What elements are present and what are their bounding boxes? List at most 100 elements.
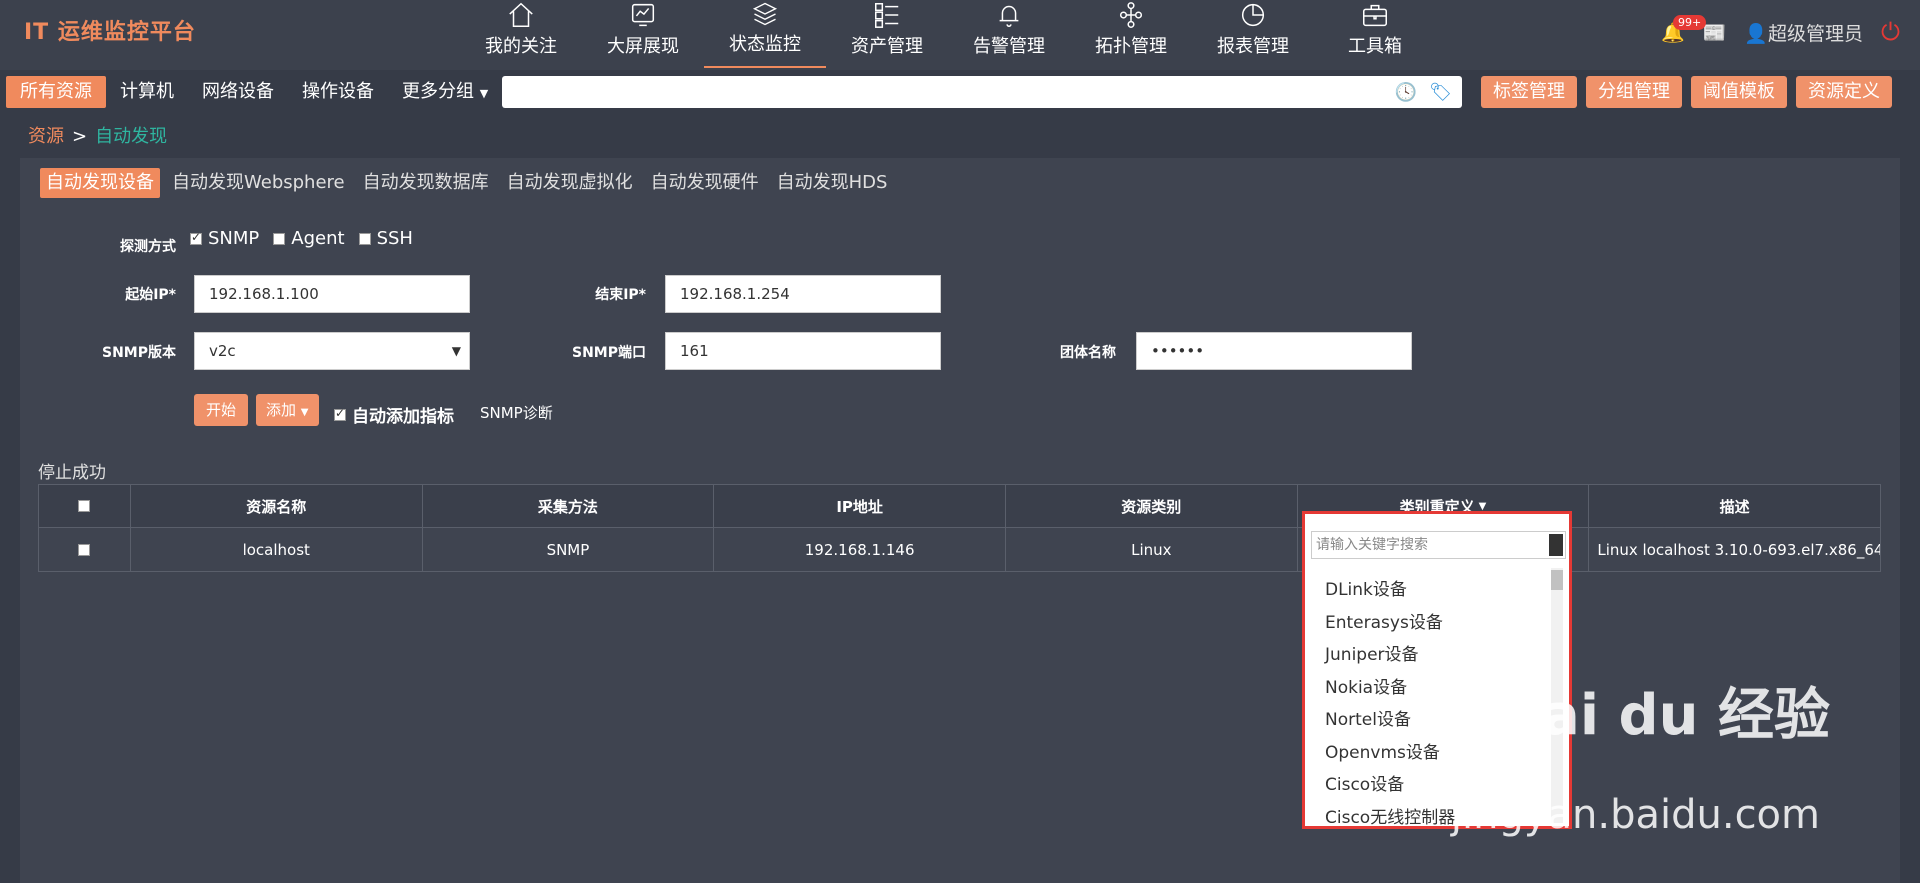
end-ip-input[interactable]: 192.168.1.254	[665, 275, 941, 313]
layers-icon	[752, 2, 778, 26]
group-all-resources[interactable]: 所有资源	[6, 76, 106, 108]
status-text: 停止成功	[38, 463, 106, 483]
main-panel: 自动发现设备 自动发现Websphere 自动发现数据库 自动发现虚拟化 自动发…	[20, 158, 1900, 883]
news-icon[interactable]: 📰	[1703, 21, 1727, 44]
dropdown-list: DLink设备 Enterasys设备 Juniper设备 Nokia设备 No…	[1325, 574, 1455, 834]
cell-method: SNMP	[423, 528, 715, 571]
nav-my-focus[interactable]: 我的关注	[460, 0, 582, 68]
resource-define-button[interactable]: 资源定义	[1796, 76, 1892, 108]
breadcrumb-root[interactable]: 资源	[28, 126, 64, 147]
agent-checkbox[interactable]	[273, 232, 286, 245]
nav-alarm-manage[interactable]: 告警管理	[948, 0, 1070, 68]
nav-status-monitor[interactable]: 状态监控	[704, 0, 826, 68]
nav-report-manage[interactable]: 报表管理	[1192, 0, 1314, 68]
cell-resource-name: localhost	[131, 528, 423, 571]
caret-down-icon: ▼	[479, 87, 489, 100]
col-type: 资源类别	[1006, 485, 1298, 527]
group-computer[interactable]: 计算机	[106, 76, 188, 108]
start-button[interactable]: 开始	[194, 394, 249, 426]
dropdown-option[interactable]: Cisco设备	[1325, 769, 1455, 802]
probe-method-options: SNMP Agent SSH	[190, 228, 421, 249]
table-row: localhost SNMP 192.168.1.146 Linux Linux…	[39, 528, 1880, 571]
tab-discover-virtualization[interactable]: 自动发现虚拟化	[501, 168, 639, 198]
ssh-checkbox[interactable]	[358, 232, 371, 245]
add-button[interactable]: 添加 ▼	[256, 394, 319, 426]
start-ip-input[interactable]: 192.168.1.100	[194, 275, 470, 313]
community-input[interactable]: ••••••	[1136, 332, 1412, 370]
clock-icon[interactable]: 🕓	[1395, 82, 1417, 103]
tab-discover-device[interactable]: 自动发现设备	[40, 168, 160, 198]
app-logo: IT 运维监控平台	[24, 20, 196, 45]
snmp-diagnose-link[interactable]: SNMP诊断	[480, 402, 553, 423]
probe-method-label: 探测方式	[120, 239, 176, 255]
col-method: 采集方法	[423, 485, 715, 527]
row-checkbox[interactable]	[78, 543, 91, 556]
discovery-tabs: 自动发现设备 自动发现Websphere 自动发现数据库 自动发现虚拟化 自动发…	[40, 168, 899, 198]
dropdown-search-input[interactable]: 请输入关键字搜索	[1311, 531, 1566, 559]
header-right: 🔔 99+ 📰 👤超级管理员 ⏻	[1661, 14, 1900, 46]
snmp-port-label: SNMP端口	[572, 345, 646, 361]
dropdown-option[interactable]: Cisco无线控制器	[1325, 802, 1455, 835]
dropdown-option[interactable]: Nokia设备	[1325, 672, 1455, 705]
caret-down-icon: ▼	[300, 407, 309, 418]
resource-search-input[interactable]: 🕓 🏷	[502, 76, 1462, 108]
notification-badge: 99+	[1672, 14, 1707, 30]
dropdown-option[interactable]: Nortel设备	[1325, 704, 1455, 737]
dropdown-scroll-thumb[interactable]	[1551, 570, 1563, 590]
notification-button[interactable]: 🔔 99+	[1661, 14, 1707, 44]
top-nav-bar: IT 运维监控平台 我的关注 大屏展现 状态监控 资产管理 告警管理 拓扑管理 …	[0, 0, 1920, 70]
tab-discover-database[interactable]: 自动发现数据库	[357, 168, 495, 198]
pie-chart-icon	[1241, 3, 1265, 27]
tag-icon[interactable]: 🏷	[1429, 82, 1452, 103]
dropdown-option[interactable]: Openvms设备	[1325, 737, 1455, 770]
group-more[interactable]: 更多分组 ▼	[388, 76, 502, 108]
col-description: 描述	[1719, 497, 1750, 516]
table-header: 资源名称 采集方法 IP地址 资源类别 类别重定义 ▼ 描述	[39, 485, 1880, 528]
breadcrumb: 资源 > 自动发现	[28, 126, 168, 147]
dropdown-option[interactable]: Juniper设备	[1325, 639, 1455, 672]
tag-manage-button[interactable]: 标签管理	[1481, 76, 1577, 108]
snmp-checkbox[interactable]	[190, 230, 202, 245]
community-label: 团体名称	[1060, 345, 1116, 361]
power-icon[interactable]: ⏻	[1881, 18, 1900, 46]
group-operation-device[interactable]: 操作设备	[288, 76, 388, 108]
cell-type: Linux	[1006, 528, 1298, 571]
dropdown-option[interactable]: Enterasys设备	[1325, 607, 1455, 640]
col-ip: IP地址	[714, 485, 1006, 527]
auto-add-metrics: 自动添加指标	[334, 402, 454, 427]
start-ip-label: 起始IP*	[125, 287, 176, 303]
discovery-table: 资源名称 采集方法 IP地址 资源类别 类别重定义 ▼ 描述 localhost …	[38, 484, 1881, 572]
home-icon	[509, 2, 533, 27]
nav-topology-manage[interactable]: 拓扑管理	[1070, 0, 1192, 68]
user-menu[interactable]: 👤超级管理员	[1744, 19, 1863, 46]
threshold-template-button[interactable]: 阈值模板	[1691, 76, 1787, 108]
bell-icon	[999, 5, 1019, 27]
nav-big-screen[interactable]: 大屏展现	[582, 0, 704, 68]
caret-down-icon: ▼	[451, 344, 461, 358]
dropdown-option[interactable]: DLink设备	[1325, 574, 1455, 607]
group-network-device[interactable]: 网络设备	[188, 76, 288, 108]
tab-discover-hardware[interactable]: 自动发现硬件	[645, 168, 765, 198]
search-icon	[1549, 534, 1563, 556]
main-nav: 我的关注 大屏展现 状态监控 资产管理 告警管理 拓扑管理 报表管理 工具箱	[460, 0, 1436, 68]
toolbox-icon	[1363, 4, 1387, 27]
cell-ip: 192.168.1.146	[714, 528, 1006, 571]
tab-discover-websphere[interactable]: 自动发现Websphere	[166, 168, 351, 198]
topology-icon	[1119, 2, 1143, 28]
col-resource-name: 资源名称	[131, 485, 423, 527]
select-all-checkbox[interactable]	[78, 500, 91, 512]
list-icon	[875, 3, 899, 28]
tab-discover-hds[interactable]: 自动发现HDS	[771, 168, 894, 198]
snmp-version-label: SNMP版本	[102, 345, 176, 361]
snmp-version-select[interactable]: v2c ▼	[194, 332, 470, 370]
user-icon: 👤	[1744, 22, 1768, 45]
group-manage-button[interactable]: 分组管理	[1586, 76, 1682, 108]
group-bar: 所有资源 计算机 网络设备 操作设备 更多分组 ▼ 🕓 🏷 标签管理 分组管理 …	[0, 72, 1920, 110]
auto-add-metrics-checkbox[interactable]	[334, 406, 346, 421]
snmp-port-input[interactable]: 161	[665, 332, 941, 370]
baidu-watermark: Bai du 经验	[1499, 683, 1830, 748]
baidu-watermark-url: jingyan.baidu.com	[1450, 792, 1820, 838]
end-ip-label: 结束IP*	[595, 287, 646, 303]
nav-toolbox[interactable]: 工具箱	[1314, 0, 1436, 68]
nav-asset-manage[interactable]: 资产管理	[826, 0, 948, 68]
